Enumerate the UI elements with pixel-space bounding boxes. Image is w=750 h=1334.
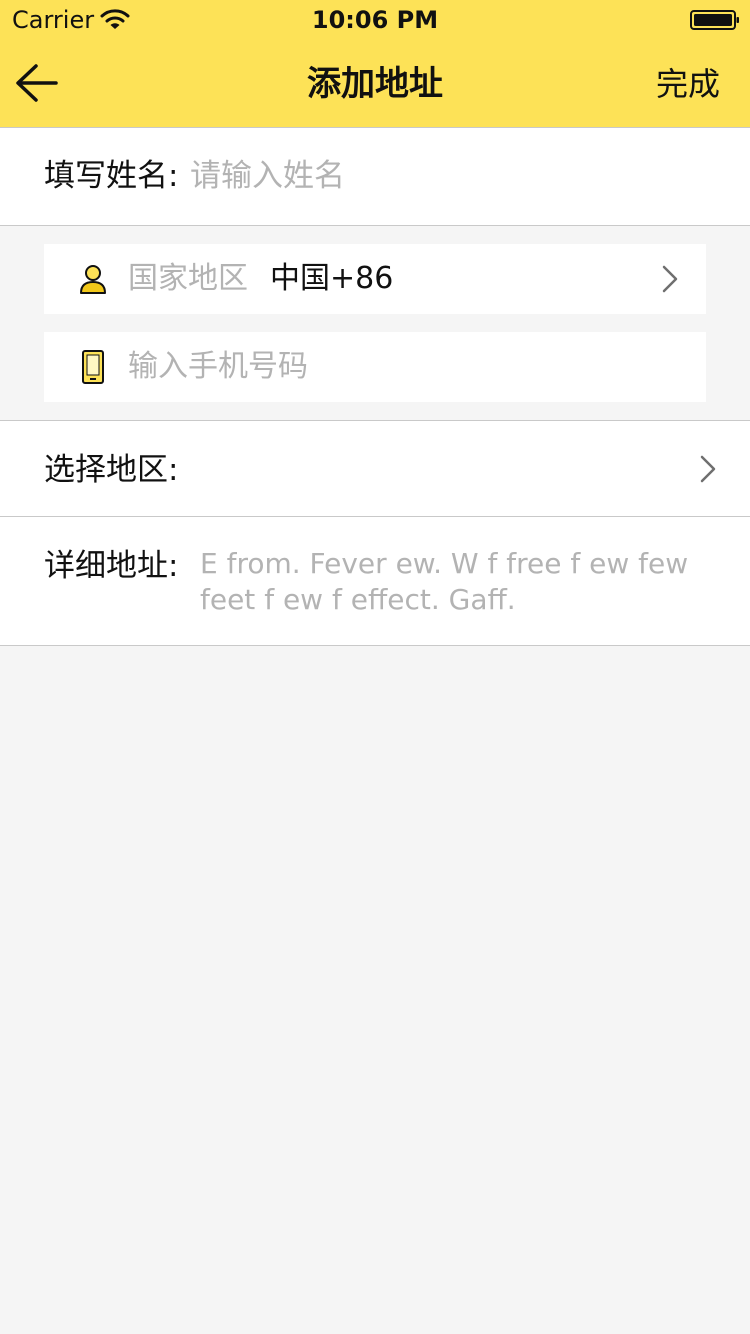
phone-field[interactable]: 输入手机号码	[44, 332, 706, 402]
done-button[interactable]: 完成	[656, 64, 720, 104]
detail-label: 详细地址:	[44, 548, 179, 584]
phone-input[interactable]: 输入手机号码	[128, 348, 308, 386]
battery-icon	[690, 10, 739, 30]
page-title: 添加地址	[307, 64, 443, 104]
country-selector[interactable]: 国家地区 中国+86	[44, 244, 706, 314]
phone-icon	[82, 350, 104, 384]
status-time: 10:06 PM	[311, 6, 439, 34]
person-icon	[80, 265, 106, 294]
top-bar: Carrier 10:06 PM 添加地址 完成	[0, 0, 750, 128]
region-label: 选择地区:	[44, 452, 179, 488]
country-value: 中国+86	[270, 261, 394, 296]
country-label: 国家地区	[128, 261, 248, 296]
chevron-right-icon	[700, 455, 716, 483]
name-label: 填写姓名:	[44, 158, 179, 194]
chevron-right-icon	[662, 265, 678, 293]
detail-address-input[interactable]: E from. Fever ew. W f free f ew few feet…	[200, 546, 740, 618]
name-input[interactable]: 请输入姓名	[190, 156, 345, 196]
